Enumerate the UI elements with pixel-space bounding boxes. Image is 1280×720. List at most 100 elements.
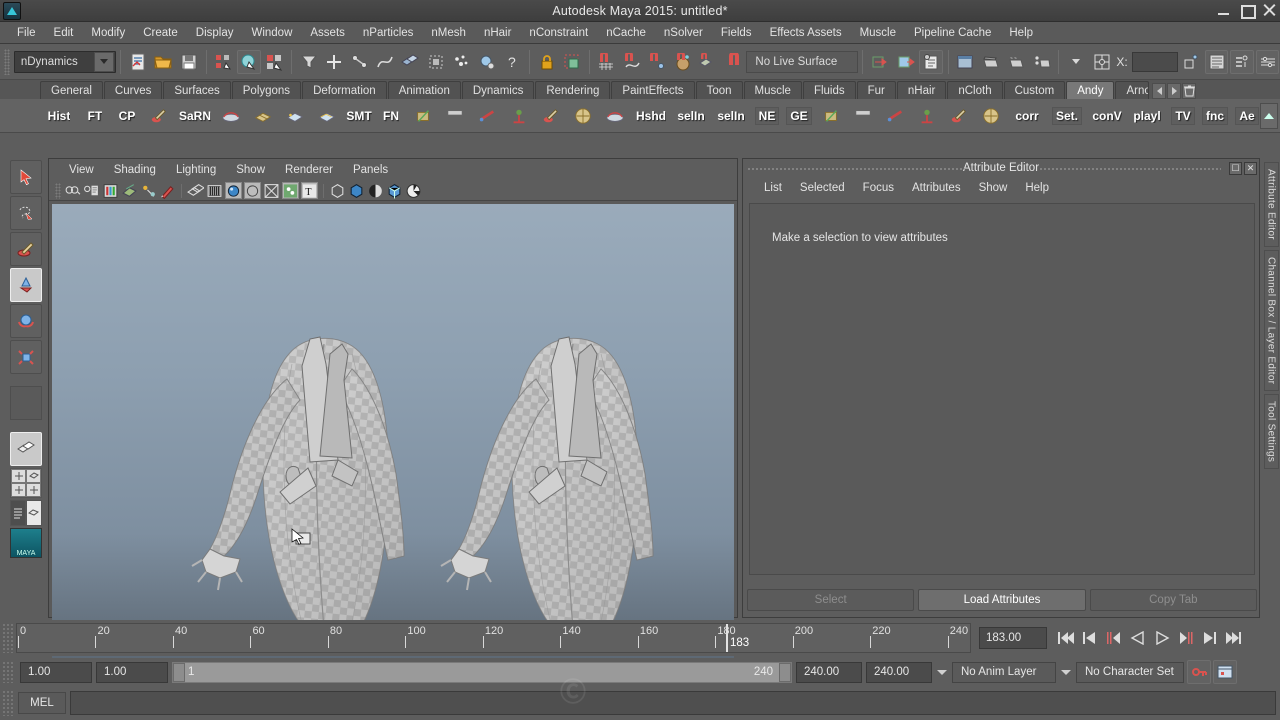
shelf-tab-polygons[interactable]: Polygons [231, 81, 302, 99]
menu-muscle[interactable]: Muscle [851, 25, 905, 41]
statusbar-grip[interactable] [4, 48, 10, 75]
shelf-tab-general[interactable]: General [40, 81, 103, 99]
play-icon[interactable] [1151, 627, 1173, 649]
use-all-lights-icon[interactable] [263, 182, 280, 199]
high-quality-render-icon[interactable] [405, 182, 422, 199]
construction-history-icon[interactable] [919, 49, 943, 74]
help-icon[interactable]: ? [500, 50, 523, 74]
viewport-menu-panels[interactable]: Panels [343, 162, 398, 178]
next-key-icon[interactable] [1175, 627, 1197, 649]
render-view-icon[interactable] [954, 50, 977, 74]
step-back-icon[interactable] [1079, 627, 1101, 649]
brush-stroke-icon[interactable] [408, 101, 438, 131]
menu-pipeline-cache[interactable]: Pipeline Cache [905, 25, 1000, 41]
paint-weights-icon[interactable] [912, 101, 942, 131]
outliner-pane-icon[interactable] [10, 500, 26, 526]
poly-vertex-icon[interactable] [472, 101, 502, 131]
shelf-tab-curves[interactable]: Curves [103, 81, 163, 99]
last-tool-used-icon[interactable] [10, 386, 42, 420]
select-curve-icon[interactable] [373, 50, 396, 74]
quad-pane-4[interactable] [26, 483, 41, 497]
shelf-tab-toon[interactable]: Toon [695, 81, 743, 99]
textured-icon[interactable] [244, 182, 261, 199]
shelf-tab-dynamics[interactable]: Dynamics [461, 81, 535, 99]
freeze-transform-icon[interactable]: FT [80, 101, 110, 131]
close-panel-icon[interactable]: ✕ [1244, 161, 1257, 175]
shaded-icon[interactable] [225, 182, 242, 199]
menu-effects-assets[interactable]: Effects Assets [761, 25, 851, 41]
checker-texture-icon[interactable] [880, 101, 910, 131]
selection-mask-icon[interactable] [1090, 50, 1113, 74]
graph-editor-icon[interactable]: GE [784, 101, 814, 131]
snap-to-projected-center-icon[interactable] [671, 50, 694, 74]
ae-menu-selected[interactable]: Selected [791, 180, 854, 196]
play-reverse-icon[interactable] [1127, 627, 1149, 649]
node-editor-icon[interactable]: NE [752, 101, 782, 131]
save-rename-icon[interactable]: SaRN [176, 101, 214, 131]
lock-icon[interactable] [535, 50, 558, 74]
shelf-tab-fur[interactable]: Fur [856, 81, 896, 99]
poly-cut-icon[interactable] [600, 101, 630, 131]
vertical-tab-tool-settings[interactable]: Tool Settings [1263, 394, 1279, 470]
open-scene-icon[interactable] [152, 50, 175, 74]
nurbs-surface-icon[interactable] [280, 101, 310, 131]
center-pivot-icon[interactable]: CP [112, 101, 142, 131]
select-hierarchy-icon[interactable] [212, 50, 235, 74]
ae-menu-focus[interactable]: Focus [854, 180, 903, 196]
select-component-icon[interactable] [263, 50, 286, 74]
ae-menu-list[interactable]: List [755, 180, 791, 196]
xray-active-icon[interactable] [367, 182, 384, 199]
vertical-tab-attribute-editor[interactable]: Attribute Editor [1263, 162, 1279, 247]
shelf-tab-painteffects[interactable]: PaintEffects [611, 81, 695, 99]
trash-icon[interactable] [1182, 83, 1197, 99]
range-end-handle[interactable] [779, 662, 791, 682]
sidebar-item-lasso-tool[interactable] [10, 196, 42, 230]
output-connections-icon[interactable] [894, 50, 917, 74]
select-rendering-icon[interactable] [475, 50, 498, 74]
hardware-texturing-icon[interactable] [386, 182, 403, 199]
settings-icon[interactable]: Set. [1048, 101, 1086, 131]
eyes-icon[interactable] [816, 101, 846, 131]
smooth-icon[interactable]: SMT [344, 101, 374, 131]
chevron-down-icon[interactable] [1061, 669, 1071, 675]
range-start-handle[interactable] [173, 662, 185, 682]
chevron-down-icon[interactable] [1064, 50, 1087, 74]
after-effects-icon[interactable]: Ae [1232, 101, 1262, 131]
sidebar-item-select-tool[interactable] [10, 160, 42, 194]
snap-to-point-icon[interactable] [646, 50, 669, 74]
step-forward-icon[interactable] [1199, 627, 1221, 649]
range-slider-grip[interactable] [2, 661, 14, 683]
time-slider-grip[interactable] [2, 623, 14, 653]
menu-modify[interactable]: Modify [82, 25, 134, 41]
grease-pencil-icon[interactable] [159, 182, 176, 199]
shelf-tab-custom[interactable]: Custom [1003, 81, 1066, 99]
paint-scissors-icon[interactable] [216, 101, 246, 131]
command-line-grip[interactable] [2, 690, 14, 716]
live-surface-field[interactable]: No Live Surface [746, 50, 859, 73]
select-deformation-icon[interactable] [424, 50, 447, 74]
shelf-tab-muscle[interactable]: Muscle [743, 81, 802, 99]
quad-pane-1[interactable] [11, 469, 26, 483]
shelf-tab-rendering[interactable]: Rendering [535, 81, 611, 99]
tool-settings-toggle-icon[interactable] [1255, 49, 1280, 74]
range-bar[interactable]: 1 240 [172, 661, 792, 683]
smooth-shade-all-icon[interactable] [206, 182, 223, 199]
menu-ncache[interactable]: nCache [597, 25, 655, 41]
sidebar-item-scale-tool[interactable] [10, 340, 42, 374]
shelf-tab-animation[interactable]: Animation [387, 81, 461, 99]
snap-to-curve-icon[interactable] [620, 50, 643, 74]
auto-key-icon[interactable] [1187, 660, 1211, 684]
sidebar-item-paint-selection-tool[interactable] [10, 232, 42, 266]
corrective-icon[interactable]: corr [1008, 101, 1046, 131]
snap-to-grid-icon[interactable] [595, 50, 618, 74]
isolate-select-icon[interactable] [329, 182, 346, 199]
hardware-shaded-icon[interactable]: Hshd [632, 101, 670, 131]
poly-face-icon[interactable] [440, 101, 470, 131]
render-layer-icon[interactable] [848, 101, 878, 131]
character-set-dropdown[interactable]: No Character Set [1076, 661, 1184, 683]
chevron-down-icon[interactable] [94, 51, 115, 72]
select-inside-icon[interactable]: selIn [672, 101, 710, 131]
shelf-tab-arno[interactable]: Arno [1115, 81, 1150, 99]
chevron-right-icon[interactable] [1167, 83, 1182, 99]
tv-icon[interactable]: TV [1168, 101, 1198, 131]
